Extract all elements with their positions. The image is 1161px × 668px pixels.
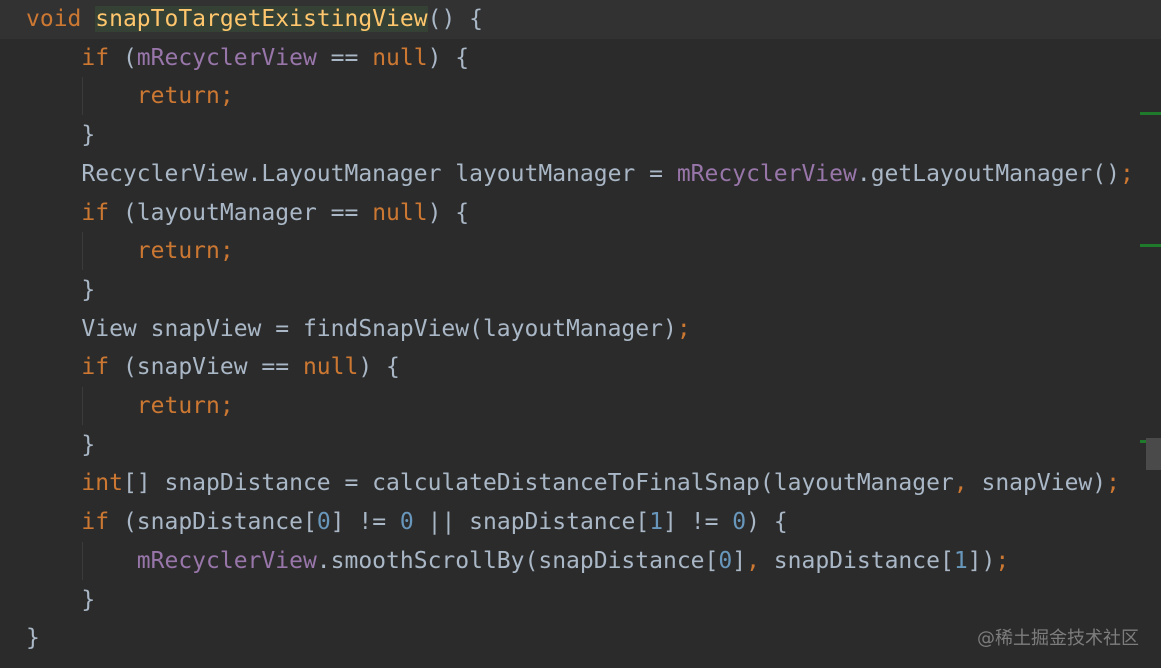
code-token: ) { [358, 354, 400, 381]
code-line[interactable]: } [0, 581, 1161, 620]
code-token: 0 [399, 509, 414, 536]
code-token: } [26, 625, 40, 652]
change-marker[interactable] [1140, 112, 1161, 115]
code-line[interactable]: } [0, 271, 1161, 310]
code-line-text: return; [26, 387, 234, 426]
code-token: return; [26, 238, 234, 265]
code-token: 0 [732, 509, 747, 536]
code-token: } [26, 586, 96, 613]
code-line-text: if (snapView == null) { [26, 348, 400, 387]
code-line-text: } [26, 116, 95, 155]
code-token: (snapView == [122, 354, 303, 381]
code-token: if [26, 354, 123, 381]
code-token: snapToTargetExistingView [95, 6, 428, 32]
code-line[interactable]: return; [0, 77, 1161, 116]
code-line[interactable]: RecyclerView.LayoutManager layoutManager… [0, 155, 1161, 194]
code-line-text: } [26, 581, 95, 620]
code-token: null [302, 354, 359, 381]
code-line[interactable]: if (layoutManager == null) { [0, 194, 1161, 233]
code-token: , [746, 547, 774, 574]
code-line-text: } [26, 619, 40, 658]
code-line[interactable]: void snapToTargetExistingView() { [0, 0, 1161, 39]
code-token: snapDistance[ [773, 547, 954, 574]
code-token: if [26, 199, 123, 226]
code-token: ; [676, 315, 691, 342]
code-token: .getLayoutManager() [856, 160, 1120, 187]
code-line-text: return; [26, 232, 234, 271]
code-line[interactable]: } [0, 116, 1161, 155]
code-token: return; [26, 393, 234, 419]
code-token: 0 [718, 547, 733, 574]
code-token: if [26, 509, 123, 536]
code-token: || snapDistance[ [413, 509, 650, 536]
code-token: ; [995, 547, 1010, 574]
code-token: RecyclerView.LayoutManager layoutManager… [26, 160, 677, 187]
code-token: [] snapDistance = calculateDistanceToFin… [122, 470, 954, 497]
code-line[interactable]: if (mRecyclerView == null) { [0, 39, 1161, 78]
code-token: if [26, 44, 123, 71]
code-token: ] != [330, 509, 400, 536]
code-editor[interactable]: void snapToTargetExistingView() { if (mR… [0, 0, 1161, 668]
code-token: mRecyclerView [136, 44, 317, 71]
code-line-text: void snapToTargetExistingView() { [26, 0, 483, 39]
code-token: null [372, 44, 428, 71]
change-marker[interactable] [1140, 244, 1161, 247]
indent-guide [82, 232, 83, 270]
code-token: 1 [953, 547, 968, 574]
code-line-text: mRecyclerView.smoothScrollBy(snapDistanc… [26, 542, 1009, 581]
code-line[interactable]: int[] snapDistance = calculateDistanceTo… [0, 464, 1161, 503]
code-token: ) { [427, 44, 470, 71]
code-token: } [26, 276, 96, 303]
code-line-text: if (snapDistance[0] != 0 || snapDistance… [26, 503, 788, 542]
code-token: ) { [746, 509, 788, 536]
code-line[interactable]: return; [0, 387, 1161, 426]
indent-guide [82, 542, 83, 580]
watermark: @稀土掘金技术社区 [977, 628, 1139, 649]
code-token: (layoutManager == [122, 199, 373, 226]
code-token: return; [26, 83, 234, 110]
code-token: (snapDistance[ [122, 509, 317, 536]
code-token: 1 [649, 509, 664, 536]
indent-guide [82, 387, 83, 425]
code-token: } [26, 431, 96, 458]
code-token: snapView) [981, 470, 1107, 497]
code-line-text: int[] snapDistance = calculateDistanceTo… [26, 464, 1120, 503]
code-line-text: return; [26, 77, 234, 116]
code-token: , [953, 470, 982, 497]
code-line-text: RecyclerView.LayoutManager layoutManager… [26, 155, 1134, 194]
code-line-text: } [26, 426, 95, 465]
scrollbar-thumb[interactable] [1146, 438, 1161, 470]
code-line-text: } [26, 271, 95, 310]
code-line[interactable]: return; [0, 232, 1161, 271]
code-token: ) { [427, 199, 470, 226]
code-token: 0 [316, 509, 331, 536]
indent-guide [82, 77, 83, 115]
code-token: mRecyclerView [676, 160, 857, 187]
code-token: mRecyclerView [136, 547, 317, 574]
code-token: .smoothScrollBy(snapDistance[ [316, 547, 719, 574]
code-line[interactable]: if (snapDistance[0] != 0 || snapDistance… [0, 503, 1161, 542]
code-token: ( [122, 44, 137, 71]
code-token: void [26, 6, 96, 32]
code-token: int [26, 470, 123, 497]
code-line[interactable]: if (snapView == null) { [0, 348, 1161, 387]
code-token: ] != [663, 509, 733, 536]
code-line-text: if (layoutManager == null) { [26, 194, 469, 233]
code-line[interactable]: } [0, 426, 1161, 465]
code-line[interactable]: View snapView = findSnapView(layoutManag… [0, 310, 1161, 349]
code-token: () { [427, 6, 483, 32]
code-token: == [316, 44, 373, 71]
code-token: ]) [967, 547, 996, 574]
code-line-text: if (mRecyclerView == null) { [26, 39, 469, 78]
code-token: } [26, 122, 96, 149]
code-token: View snapView = findSnapView(layoutManag… [26, 315, 677, 342]
code-token: ] [732, 547, 747, 574]
code-token: ; [1106, 470, 1120, 497]
code-token: null [372, 199, 428, 226]
code-line[interactable]: mRecyclerView.smoothScrollBy(snapDistanc… [0, 542, 1161, 581]
code-token: ; [1119, 160, 1134, 187]
code-line-text: View snapView = findSnapView(layoutManag… [26, 310, 691, 349]
